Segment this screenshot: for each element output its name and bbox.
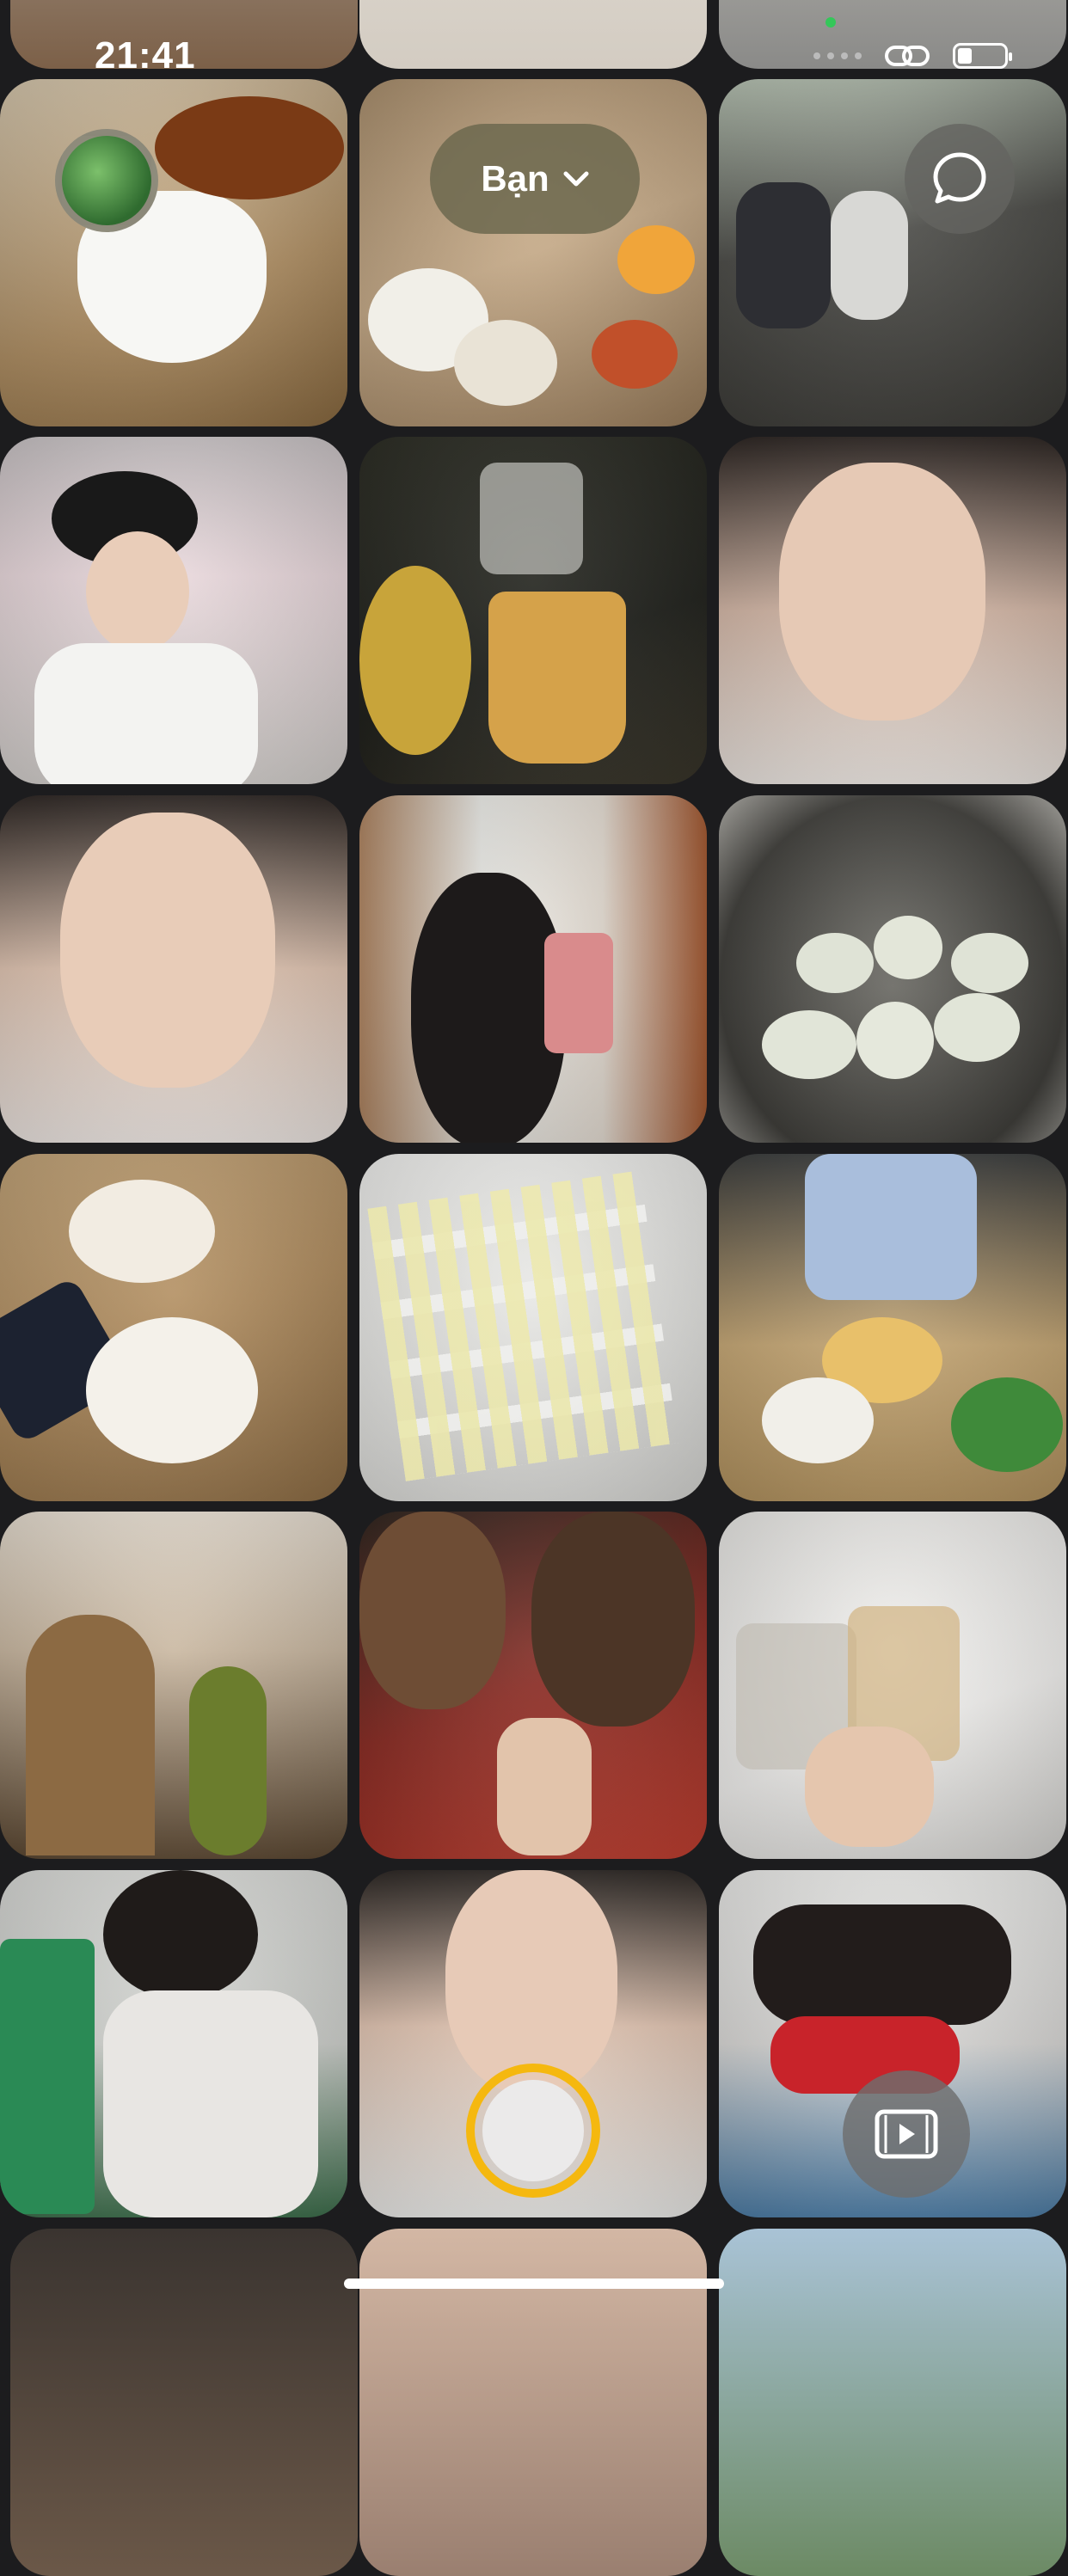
photo-tile-notes-wall[interactable] [359, 1154, 707, 1501]
egg-shape [951, 933, 1028, 993]
person-shape [831, 191, 908, 320]
shutter-inner [482, 2080, 584, 2181]
photo-tile-selfie-tongue[interactable] [719, 437, 1066, 784]
hand-shape [805, 1727, 934, 1847]
camera-indicator-dot [826, 17, 836, 28]
altar-shape [26, 1615, 155, 1855]
dish-shape [592, 320, 678, 389]
dish-shape [617, 225, 695, 294]
hair-shape [103, 1870, 258, 1999]
photo-tile-church-interior[interactable] [0, 1512, 347, 1859]
video-button[interactable] [843, 2070, 970, 2198]
photo-tile-people-street[interactable] [719, 79, 1066, 426]
hand-shape [497, 1718, 592, 1855]
bowl-shape [762, 1377, 874, 1463]
photo-tile-partial[interactable] [719, 2229, 1066, 2576]
status-time: 21:41 [95, 34, 196, 77]
bowl-shape [155, 96, 344, 199]
photo-tile-masked-selfie[interactable] [359, 1512, 707, 1859]
video-icon [875, 2109, 938, 2159]
friends-selector-button[interactable]: Bạn [430, 124, 640, 234]
egg-shape [934, 993, 1020, 1062]
greens-shape [951, 1377, 1063, 1472]
egg-shape [874, 916, 942, 979]
photo-tile-partial[interactable] [10, 2229, 358, 2576]
link-icon [885, 46, 930, 66]
photo-tile-meal-table[interactable] [719, 1154, 1066, 1501]
photo-tile-partial[interactable] [359, 0, 707, 69]
face-shape [60, 813, 275, 1088]
cup-shape [480, 463, 583, 574]
dish-shape [454, 320, 557, 406]
photo-tile-selfie-portrait[interactable] [0, 795, 347, 1143]
bowl-shape [86, 1317, 258, 1463]
notes-shape [367, 1170, 678, 1481]
chair-shape [0, 1939, 95, 2214]
profile-avatar[interactable] [55, 129, 158, 232]
hair-shape [411, 873, 566, 1143]
battery-icon [953, 43, 1012, 69]
face-shape [779, 463, 985, 721]
photo-tile-drinks-table[interactable] [359, 437, 707, 784]
signal-dots [813, 52, 862, 59]
home-indicator[interactable] [344, 2279, 724, 2289]
face-shape [445, 1870, 617, 2094]
photo-tile-cup-on-table[interactable] [0, 79, 347, 426]
cup-shape [488, 592, 626, 764]
photo-grid [0, 0, 1068, 2576]
tree-shape [189, 1666, 267, 1855]
photo-tile-selfie-hat[interactable] [0, 437, 347, 784]
status-icons [813, 41, 1012, 71]
bowl-shape [69, 1180, 215, 1283]
phone-shape [544, 933, 613, 1053]
straw-hat-shape [359, 566, 471, 755]
egg-shape [796, 933, 874, 993]
face-shape [86, 531, 189, 652]
egg-shape [762, 1010, 856, 1079]
shirt-shape [34, 643, 258, 784]
photo-tile-drinks-toast[interactable] [719, 1512, 1066, 1859]
person-shape [753, 1904, 1011, 2025]
person-shape [736, 182, 831, 328]
friends-selector-label: Bạn [481, 158, 549, 199]
shirt-shape [103, 1990, 318, 2217]
chat-bubble-icon [933, 152, 986, 204]
egg-shape [856, 1002, 934, 1079]
photo-tile-girl-outdoor[interactable] [0, 1870, 347, 2217]
photo-tile-duck-eggs[interactable] [719, 795, 1066, 1143]
person-shape [805, 1154, 977, 1300]
photo-tile-mirror-selfie[interactable] [359, 795, 707, 1143]
chat-button[interactable] [905, 124, 1015, 234]
photo-tile-bowls-soup[interactable] [0, 1154, 347, 1501]
face-shape [359, 1512, 506, 1709]
face-shape [531, 1512, 695, 1727]
chevron-down-icon [563, 171, 589, 187]
shutter-button[interactable] [466, 2064, 600, 2198]
